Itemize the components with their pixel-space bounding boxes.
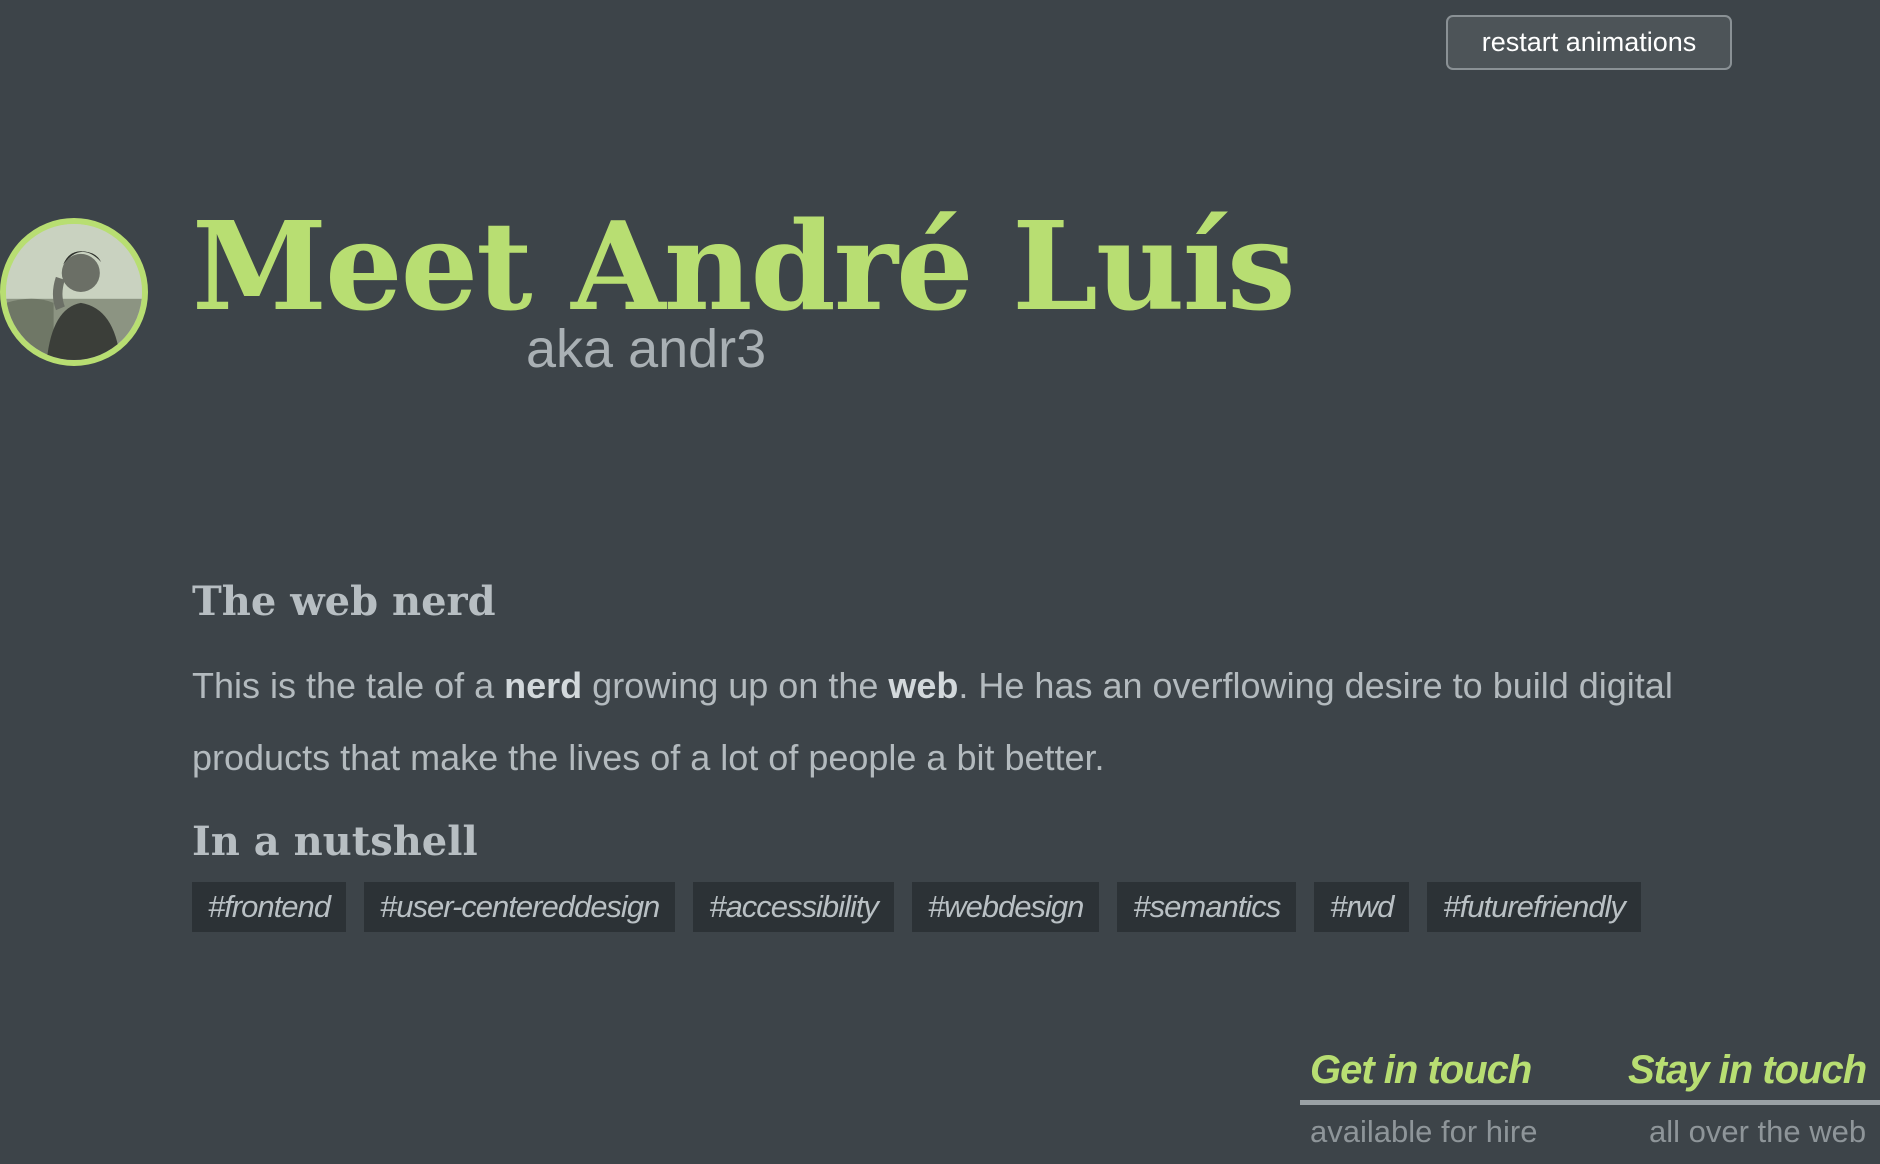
tag-accessibility[interactable]: #accessibility [693,882,894,932]
tag-user-centered-design[interactable]: #user-centereddesign [364,882,676,932]
stay-in-touch-link[interactable]: Stay in touch all over the web [1628,1048,1867,1149]
get-in-touch-subtext: available for hire [1310,1114,1538,1149]
stay-in-touch-label: Stay in touch [1628,1048,1867,1092]
bio-paragraph: This is the tale of a nerd growing up on… [192,650,1712,794]
tag-frontend[interactable]: #frontend [192,882,346,932]
tag-semantics[interactable]: #semantics [1117,882,1297,932]
nutshell-heading: In a nutshell [192,818,478,865]
tag-futurefriendly[interactable]: #futurefriendly [1427,882,1641,932]
avatar [0,218,148,366]
web-nerd-heading: The web nerd [192,578,496,625]
bio-text: growing up on the [582,665,889,706]
page: restart animations Meet André Luís aka a… [0,0,1880,1164]
tag-list: #frontend #user-centereddesign #accessib… [192,882,1641,932]
tag-webdesign[interactable]: #webdesign [911,882,1100,932]
tag-rwd[interactable]: #rwd [1314,882,1410,932]
get-in-touch-link[interactable]: Get in touch available for hire [1310,1050,1537,1147]
page-title: Meet André Luís [192,194,1296,338]
page-subtitle: aka andr3 [526,319,767,379]
bio-bold-web: web [888,665,959,706]
get-in-touch-label: Get in touch [1310,1048,1532,1092]
person-photo-icon [6,224,142,360]
bio-bold-nerd: nerd [504,665,583,706]
stay-in-touch-subtext: all over the web [1649,1114,1867,1149]
bio-text: This is the tale of a [192,665,505,706]
restart-animations-button[interactable]: restart animations [1446,15,1732,70]
